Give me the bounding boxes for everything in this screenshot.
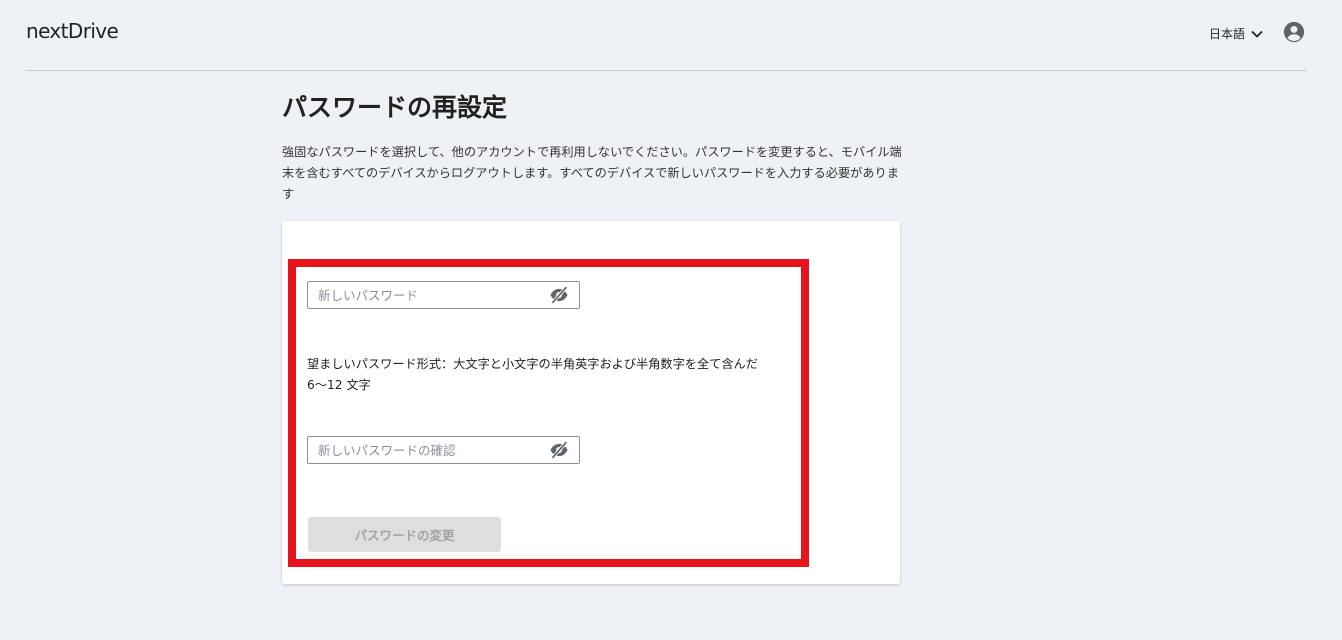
page-title: パスワードの再設定 (282, 93, 508, 122)
language-selector[interactable]: 日本語 (1209, 25, 1263, 42)
chevron-down-icon (1251, 30, 1263, 38)
confirm-password-input[interactable] (308, 437, 548, 463)
confirm-password-field (307, 436, 580, 464)
language-label: 日本語 (1209, 27, 1246, 41)
nextdrive-logo[interactable]: nextDrive (26, 19, 119, 43)
password-format-hint: 望ましいパスワード形式：大文字と小文字の半角英字および半角数字を全て含んだ 6〜… (307, 357, 758, 392)
password-reset-page: nextDrive 日本語 パスワードの再設定 強固なパスワードを選択して、他の… (0, 0, 1342, 640)
change-password-button[interactable]: パスワードの変更 (308, 517, 501, 552)
top-header: nextDrive 日本語 (26, 0, 1307, 71)
eye-off-icon[interactable] (549, 441, 569, 459)
new-password-field (307, 281, 580, 309)
eye-off-icon[interactable] (549, 286, 569, 304)
account-circle-icon[interactable] (1283, 21, 1305, 43)
page-description: 強固なパスワードを選択して、他のアカウントで再利用しないでください。パスワードを… (282, 145, 902, 201)
new-password-input[interactable] (308, 282, 548, 308)
